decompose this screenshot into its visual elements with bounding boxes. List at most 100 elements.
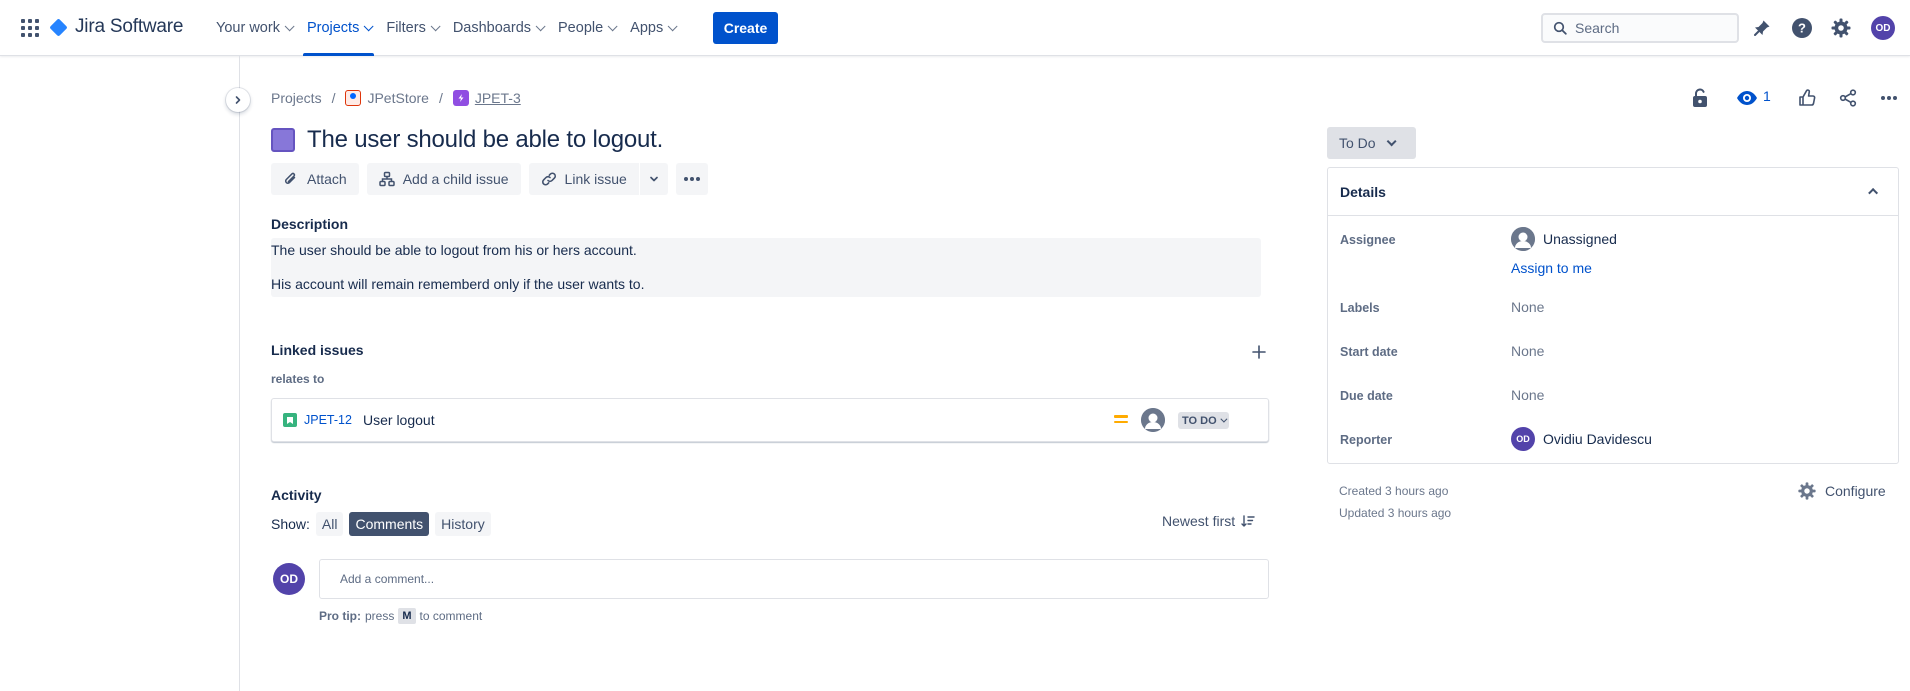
configure-label: Configure [1825,483,1886,499]
help-icon[interactable]: ? [1790,16,1814,40]
watcher-count[interactable]: 1 [1763,88,1771,104]
search-input[interactable] [1575,20,1725,36]
nav-label: Filters [386,20,426,36]
expand-sidebar-button[interactable] [226,88,250,112]
details-panel: Details Assignee Unassigned Assign to me… [1327,167,1899,464]
breadcrumb-project[interactable]: JPetStore [345,90,429,106]
link-issue-label: Link issue [564,171,627,187]
breadcrumb-separator: / [331,90,336,106]
assignee-value: Unassigned [1543,231,1617,247]
more-horizontal-icon [683,177,700,181]
reporter-value: Ovidiu Davidescu [1543,431,1652,447]
pro-tip-press: press [365,609,395,623]
nav-projects[interactable]: Projects [299,0,378,56]
lock-icon[interactable] [1688,86,1712,110]
linked-issue-summary[interactable]: User logout [363,412,435,428]
filter-history[interactable]: History [435,512,491,536]
nav-apps[interactable]: Apps [622,0,682,56]
chevron-down-icon [284,20,295,31]
issue-title-row[interactable]: The user should be able to logout. [271,124,1267,156]
paperclip-icon [284,172,296,184]
sidebar-divider [239,56,240,691]
notifications-icon[interactable] [1750,16,1774,40]
linked-issues-heading: Linked issues [271,342,364,358]
link-issue-button[interactable]: Link issue [528,163,639,195]
thumbs-up-icon[interactable] [1795,86,1819,110]
status-label: TO DO [1182,414,1217,427]
linked-issue-key[interactable]: JPET-12 [304,413,352,427]
labels-label: Labels [1340,301,1380,315]
configure-button[interactable]: Configure [1797,481,1886,501]
chevron-down-icon [667,20,678,31]
chevron-down-icon [364,20,374,31]
sort-order-button[interactable]: Newest first [1162,513,1255,529]
jira-logo[interactable]: Jira Software [49,16,183,38]
pro-tip-suffix: to comment [419,609,483,623]
share-icon[interactable] [1836,86,1860,110]
attach-button[interactable]: Attach [271,163,359,195]
sort-label: Newest first [1162,513,1236,529]
watch-eye-icon[interactable] [1735,86,1759,110]
due-date-field[interactable]: None [1511,387,1544,403]
breadcrumb-project-label: JPetStore [367,90,429,106]
search-box[interactable] [1541,13,1739,43]
assignee-field[interactable]: Unassigned [1511,227,1617,251]
project-avatar-icon [345,90,362,106]
status-dropdown-button[interactable]: To Do [1327,127,1416,159]
nav-dashboards[interactable]: Dashboards [445,0,550,56]
description-line-1: The user should be able to logout from h… [271,242,637,258]
description-line-2: His account will remain rememberd only i… [271,276,645,292]
nav-label: Apps [630,20,664,36]
attach-label: Attach [307,171,347,187]
filter-all[interactable]: All [315,512,344,536]
start-date-field[interactable]: None [1511,343,1544,359]
nav-your-work[interactable]: Your work [208,0,299,56]
details-heading: Details [1340,183,1386,200]
top-navigation: Jira Software Your work Projects Filters… [0,0,1910,56]
reporter-field[interactable]: OD Ovidiu Davidescu [1511,427,1652,451]
settings-gear-icon[interactable] [1829,16,1853,40]
linked-issue-row[interactable]: JPET-12 User logout TO DO [271,398,1269,442]
description-heading: Description [271,216,349,232]
unassigned-avatar-icon[interactable] [1141,408,1165,432]
chevron-down-icon [607,20,618,31]
breadcrumb-issue[interactable]: JPET-3 [452,90,521,106]
breadcrumb-projects[interactable]: Projects [271,90,322,106]
assign-to-me-link[interactable]: Assign to me [1511,260,1592,276]
add-linked-issue-button[interactable] [1247,340,1271,364]
filter-comments[interactable]: Comments [349,512,430,536]
details-header[interactable]: Details [1328,168,1898,216]
unassigned-avatar-icon [1511,227,1535,251]
issue-color-swatch-icon [271,128,295,152]
nav-label: Your work [216,20,280,36]
create-button[interactable]: Create [713,12,778,44]
avatar: OD [1511,427,1535,451]
linked-issue-status-dropdown[interactable]: TO DO [1178,412,1229,429]
app-switcher-icon[interactable] [20,18,40,38]
labels-field[interactable]: None [1511,299,1544,315]
add-child-issue-button[interactable]: Add a child issue [366,163,521,195]
due-date-label: Due date [1340,389,1393,403]
svg-text:?: ? [1798,21,1806,36]
primary-nav: Your work Projects Filters Dashboards Pe… [208,0,682,56]
chevron-up-icon [1868,187,1879,198]
add-comment-input[interactable] [319,559,1269,599]
link-issue-split-button: Link issue [528,163,668,195]
gear-icon [1798,482,1816,500]
more-horizontal-icon[interactable] [1877,86,1901,110]
profile-avatar[interactable]: OD [1871,16,1895,40]
nav-filters[interactable]: Filters [378,0,444,56]
medium-priority-icon [1114,415,1128,425]
reporter-label: Reporter [1340,433,1393,447]
avatar: OD [1871,16,1895,40]
updated-timestamp: Updated 3 hours ago [1339,506,1452,520]
add-child-label: Add a child issue [402,171,509,187]
jira-diamond-icon [49,17,68,37]
chevron-down-icon [1220,415,1228,423]
more-actions-button[interactable] [675,163,708,195]
nav-people[interactable]: People [550,0,622,56]
breadcrumb-issue-key: JPET-3 [474,90,521,106]
chevron-down-icon [1386,135,1397,146]
epic-type-icon [452,90,469,106]
link-issue-dropdown[interactable] [639,163,668,195]
